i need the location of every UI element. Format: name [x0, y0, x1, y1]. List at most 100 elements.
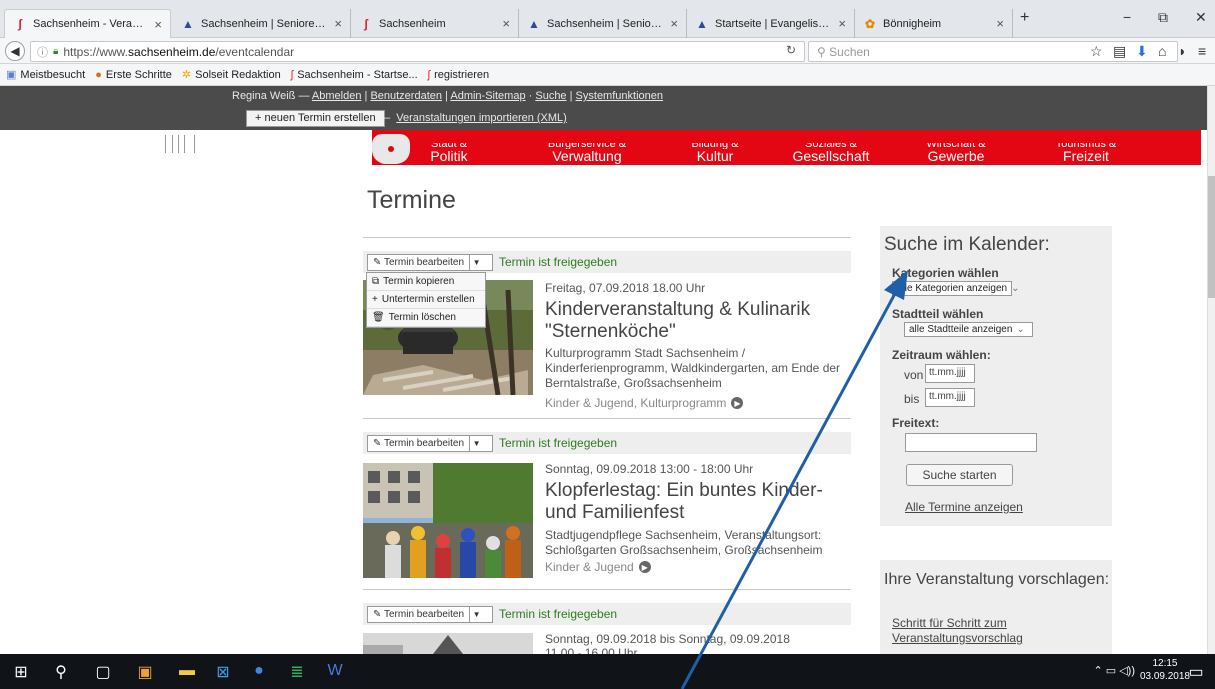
- edit-event-button[interactable]: ✎ Termin bearbeiten ▼: [367, 435, 493, 452]
- firefox-taskbar-icon[interactable]: ●: [248, 662, 270, 680]
- tab-evangelische-startseite[interactable]: ▲ Startseite | Evangelische A... ×: [687, 9, 855, 38]
- system-tray-icons[interactable]: ⌃ ▭ ◁)): [1093, 664, 1135, 677]
- page-scrollbar[interactable]: [1207, 86, 1215, 654]
- menu-label: Termin löschen: [388, 312, 456, 323]
- home-icon[interactable]: ⌂: [1158, 43, 1166, 59]
- close-tab-icon[interactable]: ×: [334, 16, 342, 31]
- close-tab-icon[interactable]: ×: [838, 16, 846, 31]
- event-image-event-3[interactable]: [363, 633, 533, 654]
- tab-sachsenheim[interactable]: ʃ Sachsenheim ×: [351, 9, 519, 38]
- tab-boennigheim[interactable]: ✿ Bönnigheim ×: [855, 9, 1013, 38]
- spreadsheet-icon[interactable]: ≣: [286, 662, 308, 682]
- sachsenheim-favicon-icon: ʃ: [290, 68, 294, 81]
- url-bar[interactable]: ⓘ 🔒︎ https://www.sachsenheim.de/eventcal…: [30, 41, 805, 62]
- edit-event-button[interactable]: ✎ Termin bearbeiten ▼: [367, 254, 493, 271]
- nav-bildung-kultur[interactable]: Bildung & Kultur: [660, 143, 770, 163]
- taskbar-clock[interactable]: 12:15 03.09.2018: [1140, 657, 1190, 683]
- import-events-link[interactable]: Veranstaltungen importieren (XML): [396, 112, 567, 124]
- suggest-event-link[interactable]: Schritt für Schritt zum Veranstaltungsvo…: [892, 616, 1112, 646]
- district-select[interactable]: alle Stadtteile anzeigen ⌄: [904, 322, 1033, 337]
- file-explorer-icon[interactable]: ▬: [176, 662, 198, 680]
- tab-label: Sachsenheim | Seniorenze...: [547, 17, 664, 30]
- downloads-icon[interactable]: ⬇: [1136, 43, 1148, 60]
- plus-icon: +: [372, 294, 378, 305]
- categories-select[interactable]: alle Kategorien anzeigen ⌄: [892, 281, 1019, 296]
- dropdown-toggle-icon[interactable]: ▼: [469, 436, 483, 451]
- all-events-link[interactable]: Alle Termine anzeigen: [905, 500, 1023, 514]
- reading-list-icon[interactable]: ▤: [1113, 43, 1126, 60]
- tab-sachsenheim-veranstaltungen[interactable]: ʃ Sachsenheim - Veranstaltu... ×: [4, 9, 171, 38]
- clock-date: 03.09.2018: [1139, 671, 1190, 682]
- pencil-icon: ✎: [373, 438, 382, 449]
- word-icon[interactable]: W: [324, 662, 346, 680]
- bookmark-erste-schritte[interactable]: ● Erste Schritte: [95, 69, 172, 81]
- browser-tab-bar: ʃ Sachsenheim - Veranstaltu... × ▲ Sachs…: [0, 0, 1215, 38]
- trash-icon: 🗑︎: [372, 312, 385, 323]
- menu-delete-event[interactable]: 🗑︎ Termin löschen: [367, 309, 485, 327]
- window-close-button[interactable]: ✕: [1195, 9, 1207, 26]
- task-view-icon[interactable]: ▢: [92, 662, 114, 682]
- logout-link[interactable]: Abmelden: [312, 90, 362, 102]
- nav-bottom-label: Kultur: [696, 148, 734, 164]
- close-tab-icon[interactable]: ×: [502, 16, 510, 31]
- close-tab-icon[interactable]: ×: [154, 17, 162, 32]
- info-icon[interactable]: ⓘ: [37, 44, 48, 60]
- tab-label: Sachsenheim: [379, 17, 446, 30]
- event-category[interactable]: Kinder & Jugend, Kulturprogramm ▶: [545, 396, 744, 410]
- freetext-input[interactable]: [905, 433, 1037, 452]
- divider: [363, 589, 851, 590]
- event-category[interactable]: Kinder & Jugend ▶: [545, 560, 651, 574]
- outlook-icon[interactable]: ▣: [134, 662, 156, 682]
- bookmark-sachsenheim-startseite[interactable]: ʃ Sachsenheim - Startse...: [291, 69, 418, 81]
- firefox-icon: ●: [95, 68, 102, 81]
- tab-seniorenzentrum-1[interactable]: ▲ Sachsenheim | Seniorenze... ×: [173, 9, 351, 38]
- dropdown-toggle-icon[interactable]: ▼: [469, 255, 483, 270]
- event-title[interactable]: Klopferlestag: Ein buntes Kinder- und Fa…: [545, 480, 845, 524]
- window-maximize-button[interactable]: ⧉: [1158, 9, 1168, 26]
- menu-create-subevent[interactable]: + Untertermin erstellen: [367, 291, 485, 309]
- window-minimize-button[interactable]: −: [1123, 9, 1131, 25]
- windows-start-icon[interactable]: ⊞: [10, 662, 32, 682]
- bookmark-registrieren[interactable]: ʃ registrieren: [428, 69, 489, 81]
- system-functions-link[interactable]: Systemfunktionen: [576, 90, 663, 102]
- new-event-button[interactable]: + neuen Termin erstellen: [246, 110, 385, 127]
- nav-wirtschaft-gewerbe[interactable]: Wirtschaft & Gewerbe: [901, 143, 1011, 163]
- event-date: Sonntag, 09.09.2018 bis Sonntag, 09.09.2…: [545, 632, 790, 646]
- nav-tourismus-freizeit[interactable]: Tourismus & Freizeit: [1031, 143, 1141, 163]
- admin-sitemap-link[interactable]: Admin-Sitemap: [450, 90, 525, 102]
- bookmark-solseit[interactable]: ✲ Solseit Redaktion: [182, 68, 281, 82]
- close-tab-icon[interactable]: ×: [996, 16, 1004, 31]
- suggest-event-title: Ihre Veranstaltung vorschlagen:: [884, 571, 1110, 588]
- back-arrow-icon[interactable]: ◀: [5, 41, 25, 61]
- reload-icon[interactable]: ↻: [786, 43, 796, 57]
- scrollbar-thumb[interactable]: [1208, 176, 1215, 298]
- admin-search-link[interactable]: Suche: [535, 90, 566, 102]
- pocket-icon[interactable]: ◗: [1178, 43, 1186, 59]
- app-icon[interactable]: ⊠: [212, 662, 234, 682]
- nav-bottom-label: Politik: [430, 148, 468, 164]
- event-title[interactable]: Kinderveranstaltung & Kulinarik "Sternen…: [545, 299, 845, 343]
- nav-buergerservice-verwaltung[interactable]: Bürgerservice & Verwaltung: [532, 143, 642, 163]
- edit-event-button[interactable]: ✎ Termin bearbeiten ▼: [367, 606, 493, 623]
- menu-copy-event[interactable]: ⧉ Termin kopieren: [367, 273, 485, 291]
- close-tab-icon[interactable]: ×: [670, 16, 678, 31]
- tab-seniorenzentrum-2[interactable]: ▲ Sachsenheim | Seniorenze... ×: [519, 9, 687, 38]
- new-tab-button[interactable]: +: [1020, 9, 1029, 27]
- bookmark-star-icon[interactable]: ☆: [1090, 43, 1103, 60]
- edit-label: Termin bearbeiten: [384, 438, 465, 449]
- nav-soziales-gesellschaft[interactable]: Soziales & Gesellschaft: [776, 143, 886, 163]
- userdata-link[interactable]: Benutzerdaten: [370, 90, 442, 102]
- dropdown-toggle-icon[interactable]: ▼: [469, 607, 483, 622]
- notification-icon[interactable]: ▭: [1185, 662, 1207, 682]
- bookmark-meistbesucht[interactable]: ▣ Meistbesucht: [6, 68, 85, 82]
- date-from-input[interactable]: tt.mm.jjjj: [925, 364, 975, 383]
- search-icon[interactable]: ⚲: [50, 662, 72, 682]
- bookmark-label: Solseit Redaktion: [195, 68, 281, 81]
- event-image-klopferlestag[interactable]: [363, 463, 533, 578]
- search-start-button[interactable]: Suche starten: [906, 464, 1013, 486]
- nav-stadt-politik[interactable]: Stadt & Politik: [394, 143, 504, 163]
- date-to-input[interactable]: tt.mm.jjjj: [925, 388, 975, 407]
- bookmark-folder-icon: ▣: [6, 69, 17, 81]
- url-path: /eventcalendar: [215, 44, 295, 59]
- menu-icon[interactable]: ≡: [1198, 43, 1206, 59]
